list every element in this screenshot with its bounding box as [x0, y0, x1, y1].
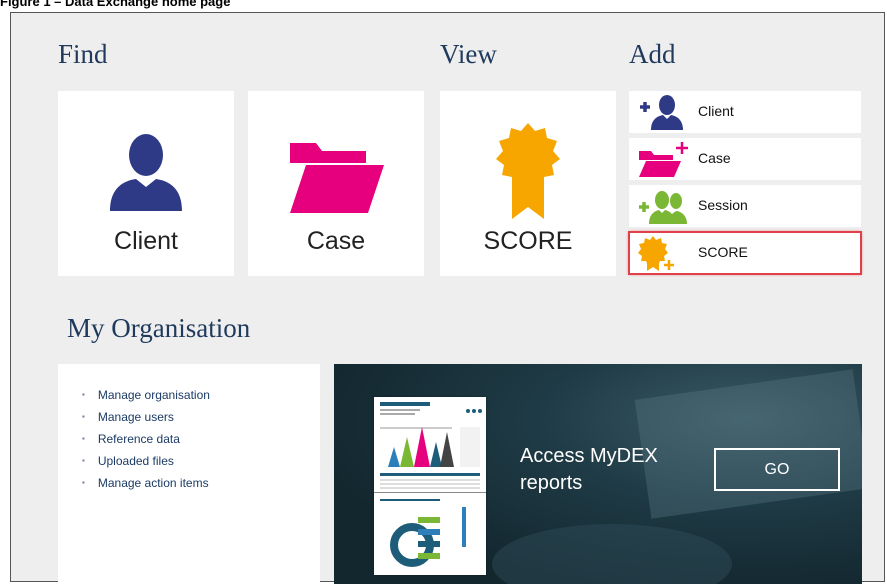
add-session-item[interactable]: Session — [629, 185, 861, 227]
my-organisation-heading: My Organisation — [67, 313, 251, 343]
go-button[interactable]: GO — [714, 448, 840, 491]
person-icon — [110, 134, 182, 211]
rosette-icon — [496, 123, 560, 219]
my-organisation-links: Manage organisation Manage users Referen… — [58, 364, 320, 490]
my-organisation-panel: Manage organisation Manage users Referen… — [58, 364, 320, 584]
home-page-frame: Find View Add Client Case SCORE Client C… — [10, 12, 885, 584]
add-client-item[interactable]: Client — [629, 91, 861, 133]
add-person-icon — [640, 95, 683, 130]
find-heading: Find — [58, 39, 108, 69]
report-thumbnail — [374, 397, 486, 575]
add-case-item[interactable]: Case — [629, 138, 861, 180]
add-item-label: Case — [698, 150, 731, 166]
add-folder-icon — [639, 142, 688, 177]
find-case-tile[interactable]: Case — [248, 91, 424, 276]
add-score-item[interactable]: SCORE — [628, 231, 862, 275]
manage-users-link[interactable]: Manage users — [82, 410, 320, 424]
uploaded-files-link[interactable]: Uploaded files — [82, 454, 320, 468]
tile-label: SCORE — [483, 227, 573, 255]
add-item-label: SCORE — [698, 244, 748, 260]
manage-action-items-link[interactable]: Manage action items — [82, 476, 320, 490]
report-preview-graphic — [374, 402, 486, 567]
folder-icon — [290, 143, 384, 213]
tile-label: Client — [114, 227, 178, 255]
add-item-label: Session — [698, 197, 748, 213]
add-heading: Add — [629, 39, 676, 69]
view-score-tile[interactable]: SCORE — [440, 91, 616, 276]
add-rosette-icon — [638, 236, 674, 271]
figure-caption: Figure 1 – Data Exchange home page — [0, 0, 231, 9]
reference-data-link[interactable]: Reference data — [82, 432, 320, 446]
add-group-icon — [639, 191, 687, 224]
find-client-tile[interactable]: Client — [58, 91, 234, 276]
manage-organisation-link[interactable]: Manage organisation — [82, 388, 320, 402]
promo-text: Access MyDEX reports — [520, 443, 658, 497]
add-item-label: Client — [698, 103, 734, 119]
promo-text-line2: reports — [520, 472, 583, 494]
tile-label: Case — [306, 227, 366, 255]
promo-text-line1: Access MyDEX — [520, 445, 658, 467]
view-heading: View — [440, 39, 497, 69]
mydex-promo-banner: Access MyDEX reports GO — [334, 364, 862, 584]
